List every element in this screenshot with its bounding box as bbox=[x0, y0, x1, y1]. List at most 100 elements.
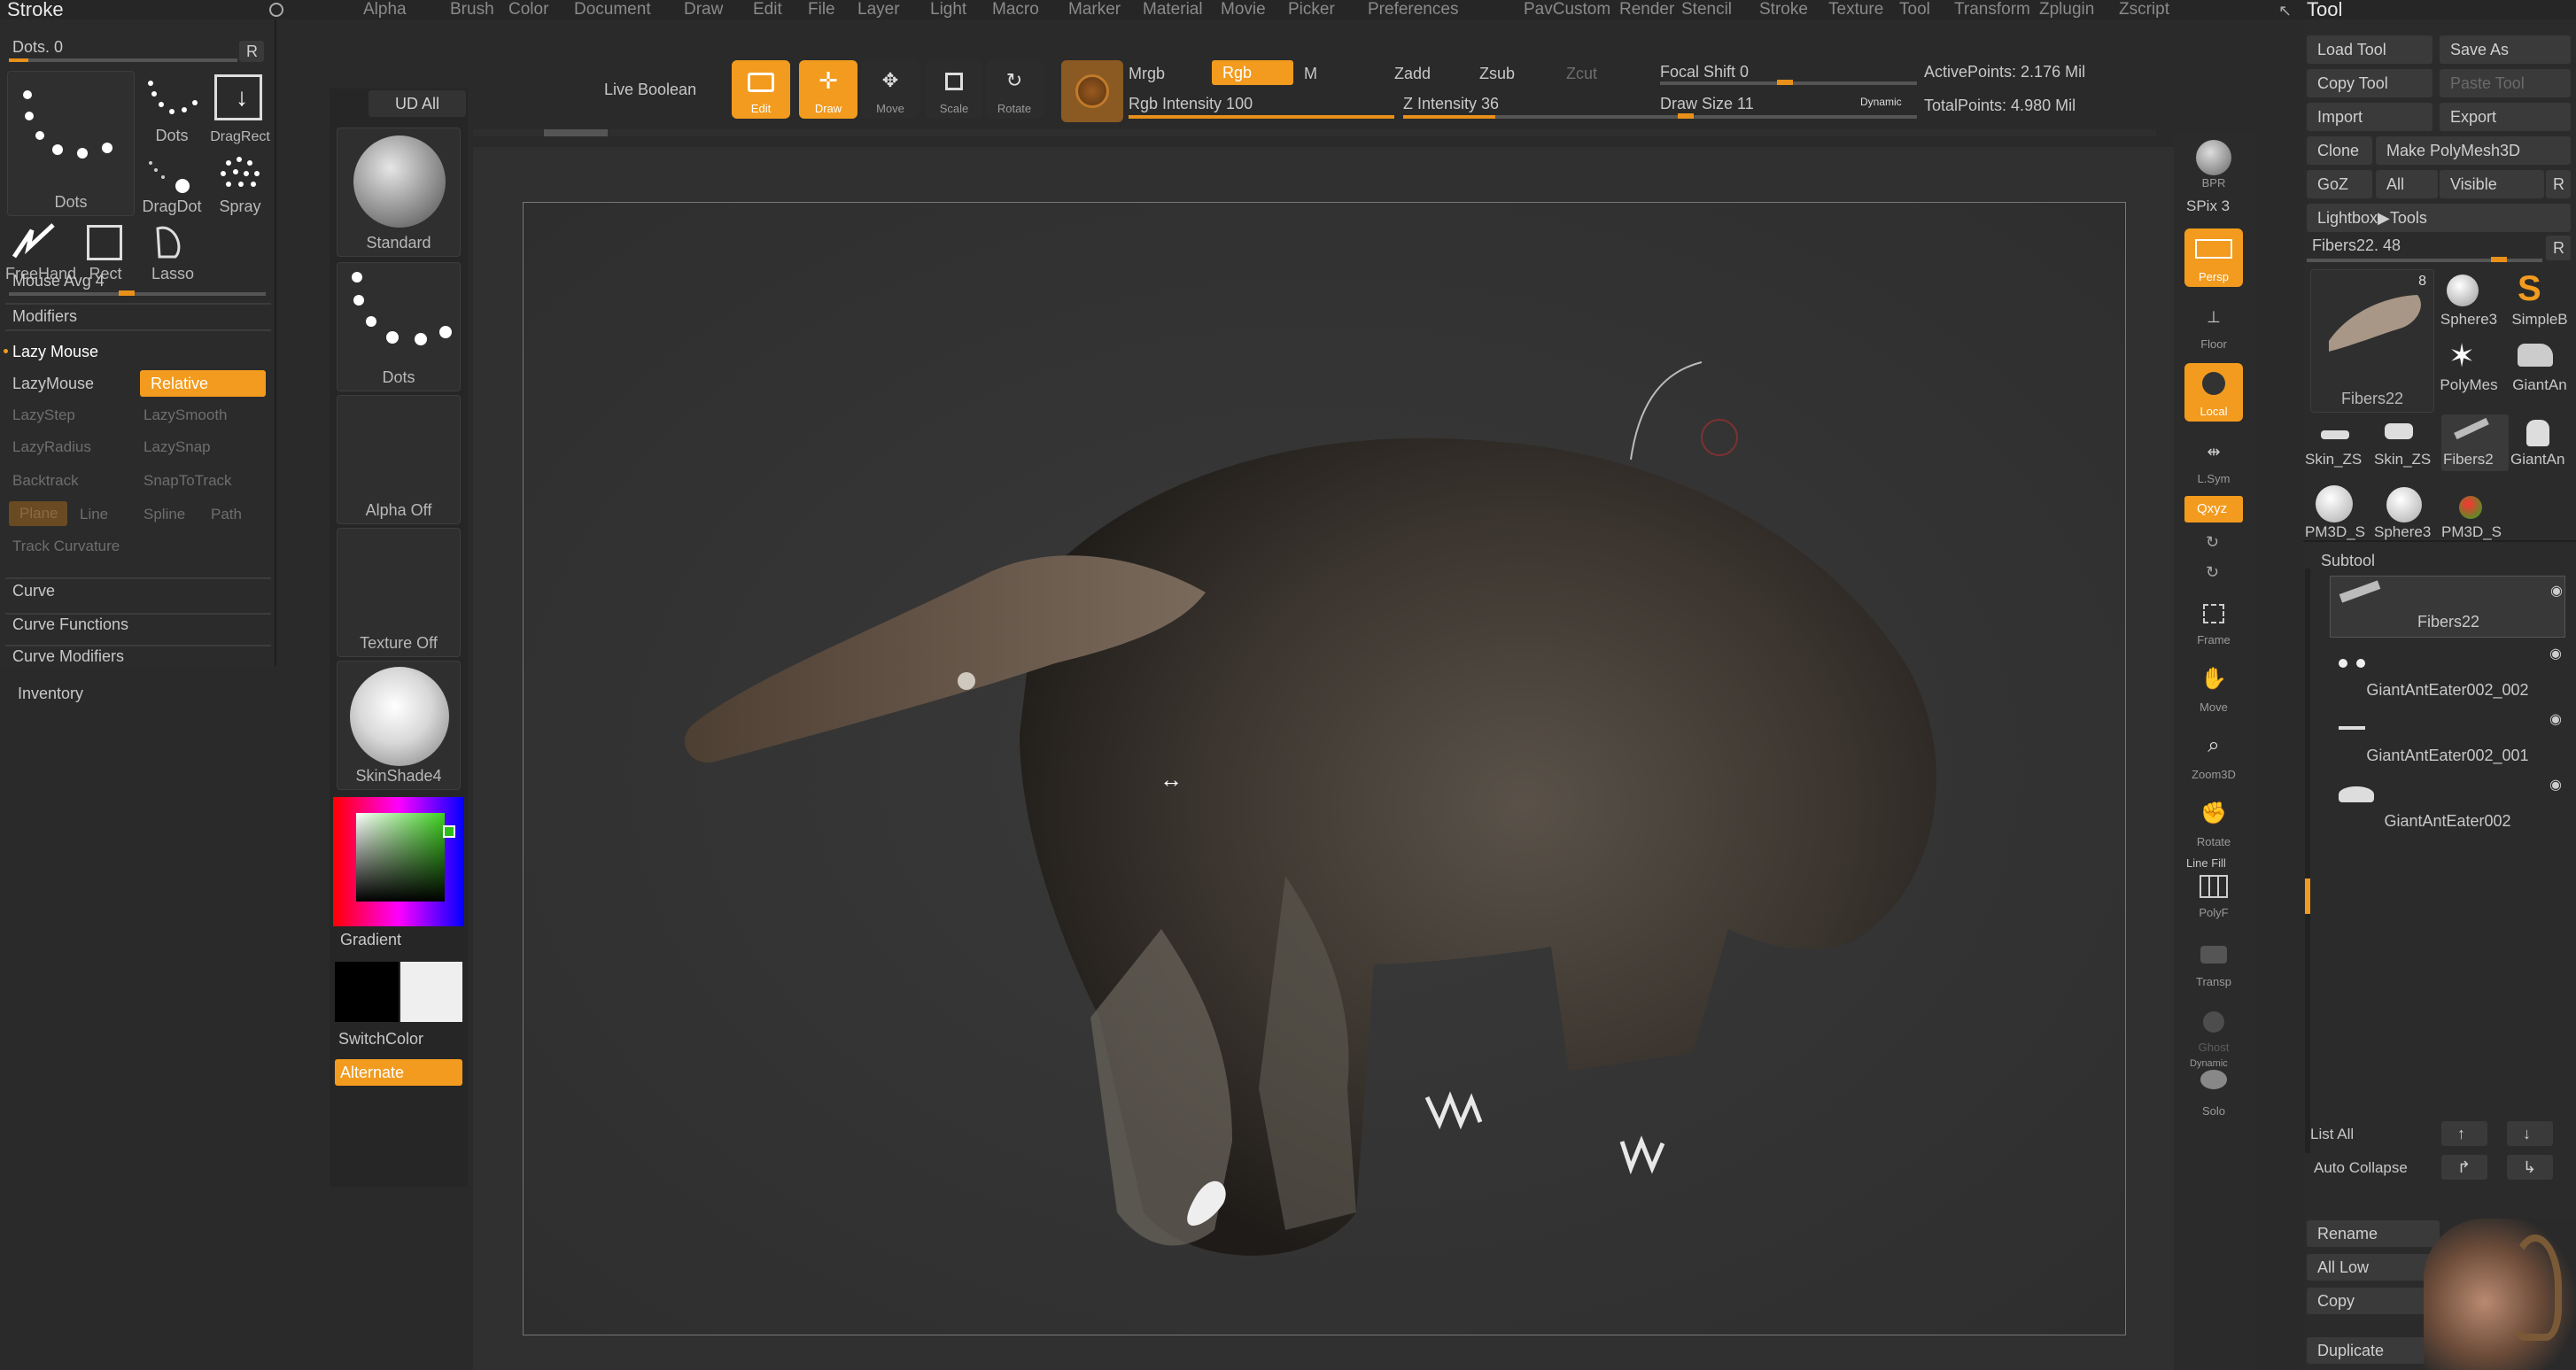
subtool-row[interactable]: ◉ GiantAntEater002_001 bbox=[2330, 708, 2565, 770]
make-polymesh-button[interactable]: Make PolyMesh3D bbox=[2376, 136, 2571, 165]
goz-button[interactable]: GoZ bbox=[2307, 170, 2372, 198]
menu-pavcustom[interactable]: PavCustom bbox=[1524, 0, 1610, 19]
copy-button[interactable]: Copy bbox=[2307, 1288, 2440, 1314]
draw-size-slider[interactable]: Draw Size 11 bbox=[1660, 94, 1754, 113]
floor-button[interactable]: ⊥ Floor bbox=[2184, 296, 2243, 354]
move-down-button[interactable]: ↓ bbox=[2507, 1121, 2553, 1146]
menu-render[interactable]: Render bbox=[1619, 0, 1674, 19]
mouse-avg-handle[interactable] bbox=[119, 290, 135, 296]
menu-draw[interactable]: Draw bbox=[684, 0, 723, 19]
material-selector[interactable]: SkinShade4 bbox=[337, 661, 461, 790]
path-button[interactable]: Path bbox=[211, 505, 242, 524]
subtool-scroll-thumb[interactable] bbox=[2305, 879, 2310, 914]
canvas-scrollbar[interactable] bbox=[473, 129, 2156, 136]
menu-tool[interactable]: Tool bbox=[1899, 0, 1930, 19]
frame-button[interactable]: Frame bbox=[2184, 592, 2243, 650]
scale-button[interactable]: Scale bbox=[925, 60, 983, 119]
stroke-dragdot[interactable]: DragDot bbox=[142, 152, 202, 220]
rotate-z-icon[interactable]: ↻ bbox=[2206, 563, 2219, 582]
track-curvature-slider[interactable]: Track Curvature bbox=[12, 537, 120, 556]
menu-layer[interactable]: Layer bbox=[857, 0, 900, 19]
color-saturation-square[interactable] bbox=[356, 813, 445, 902]
stroke-selector[interactable]: Dots bbox=[337, 262, 461, 391]
lazysnap-slider[interactable]: LazySnap bbox=[144, 437, 211, 457]
duplicate-button[interactable]: Duplicate bbox=[2307, 1337, 2440, 1364]
qxyz-button[interactable]: Qxyz bbox=[2184, 496, 2243, 522]
menu-macro[interactable]: Macro bbox=[992, 0, 1039, 19]
mouse-avg-slider[interactable] bbox=[9, 292, 266, 296]
color-picker[interactable] bbox=[333, 797, 464, 926]
anteater-thumb-icon-2[interactable] bbox=[2526, 420, 2549, 446]
pm3d-color-sphere-icon[interactable] bbox=[2459, 496, 2482, 519]
focal-shift-slider[interactable]: Focal Shift 0 bbox=[1660, 62, 1749, 81]
zcut-button[interactable]: Zcut bbox=[1566, 64, 1597, 83]
copy-tool-button[interactable]: Copy Tool bbox=[2307, 69, 2432, 97]
scrollbar-thumb[interactable] bbox=[544, 129, 608, 136]
move-view-button[interactable]: ✋ Move bbox=[2184, 659, 2243, 717]
list-all-button[interactable]: List All bbox=[2310, 1125, 2354, 1144]
mrgb-button[interactable]: Mrgb bbox=[1129, 64, 1165, 83]
spix-slider[interactable]: SPix 3 bbox=[2186, 197, 2230, 216]
rgb-intensity-slider[interactable]: Rgb Intensity 100 bbox=[1129, 94, 1253, 113]
draw-size-track[interactable] bbox=[1660, 115, 1917, 119]
import-button[interactable]: Import bbox=[2307, 103, 2432, 131]
visible-button[interactable]: Visible bbox=[2440, 170, 2544, 198]
skin-icon[interactable] bbox=[2321, 430, 2349, 439]
menu-light[interactable]: Light bbox=[930, 0, 966, 19]
rename-button[interactable]: Rename bbox=[2307, 1220, 2440, 1247]
menu-stencil[interactable]: Stencil bbox=[1681, 0, 1732, 19]
subtool-scrollbar[interactable] bbox=[2305, 569, 2310, 1153]
menu-file[interactable]: File bbox=[808, 0, 835, 19]
local-button[interactable]: Local bbox=[2184, 363, 2243, 422]
simple-brush-icon[interactable]: S bbox=[2518, 269, 2541, 308]
lazyradius-slider[interactable]: LazyRadius bbox=[12, 437, 91, 457]
focal-shift-handle[interactable] bbox=[1777, 80, 1793, 85]
menu-transform[interactable]: Transform bbox=[1954, 0, 2030, 19]
plane-button[interactable]: Plane bbox=[9, 501, 67, 526]
lsym-button[interactable]: ⇹ L.Sym bbox=[2184, 430, 2243, 489]
menu-marker[interactable]: Marker bbox=[1068, 0, 1121, 19]
menu-zplugin[interactable]: Zplugin bbox=[2039, 0, 2094, 19]
material-swatch-button[interactable] bbox=[1061, 60, 1123, 122]
curve-section[interactable]: Curve bbox=[12, 581, 55, 600]
move-button[interactable]: ✥ Move bbox=[861, 60, 919, 119]
main-color-swatch[interactable] bbox=[335, 962, 399, 1022]
draw-button[interactable]: ✛ Draw bbox=[799, 60, 857, 119]
alpha-selector[interactable]: Alpha Off bbox=[337, 395, 461, 524]
r-button[interactable]: R bbox=[239, 41, 264, 62]
live-boolean-button[interactable]: Live Boolean bbox=[604, 80, 696, 99]
mouse-avg-label[interactable]: Mouse Avg 4 bbox=[12, 271, 105, 290]
lightbox-tools-button[interactable]: Lightbox▶Tools bbox=[2307, 204, 2571, 232]
tool-slider-handle[interactable] bbox=[2491, 257, 2507, 262]
subtool-row[interactable]: ◉ GiantAntEater002_002 bbox=[2330, 643, 2565, 705]
secondary-color-swatch[interactable] bbox=[400, 962, 462, 1022]
spline-button[interactable]: Spline bbox=[144, 505, 185, 524]
menu-picker[interactable]: Picker bbox=[1288, 0, 1335, 19]
arrow-in-button[interactable]: ↳ bbox=[2507, 1155, 2553, 1180]
ud-all-button[interactable]: UD All bbox=[369, 90, 466, 117]
lazysmooth-slider[interactable]: LazySmooth bbox=[144, 406, 228, 425]
alternate-button[interactable]: Alternate bbox=[335, 1059, 462, 1086]
menu-stroke[interactable]: Stroke bbox=[1759, 0, 1808, 19]
dynamic-toggle[interactable]: Dynamic bbox=[1860, 92, 1902, 112]
rotate-button[interactable]: ↻ Rotate bbox=[985, 60, 1044, 119]
load-tool-button[interactable]: Load Tool bbox=[2307, 35, 2432, 64]
subtool-row-selected[interactable]: ◉ Fibers22 bbox=[2330, 576, 2565, 638]
ghost-button[interactable]: Ghost bbox=[2184, 999, 2243, 1057]
clone-button[interactable]: Clone bbox=[2307, 136, 2372, 165]
stroke-spray[interactable]: Spray bbox=[209, 152, 271, 220]
pm3d-sphere-icon[interactable] bbox=[2316, 485, 2353, 522]
persp-button[interactable]: Persp bbox=[2184, 228, 2243, 287]
menu-zscript[interactable]: Zscript bbox=[2119, 0, 2169, 19]
solo-button[interactable]: Solo bbox=[2184, 1063, 2243, 1121]
m-button[interactable]: M bbox=[1304, 64, 1317, 83]
switch-color-button[interactable]: SwitchColor bbox=[338, 1029, 423, 1049]
r-button-2[interactable]: R bbox=[2546, 236, 2571, 260]
stroke-dots[interactable]: Dots bbox=[142, 71, 202, 151]
viewport[interactable]: ↔ bbox=[473, 147, 2174, 1370]
texture-selector[interactable]: Texture Off bbox=[337, 528, 461, 657]
brush-selector[interactable]: Standard bbox=[337, 128, 461, 257]
dots-slider[interactable] bbox=[9, 58, 237, 62]
modifiers-section[interactable]: Modifiers bbox=[12, 306, 77, 326]
stroke-dragrect[interactable]: ↓ DragRect bbox=[209, 71, 271, 151]
